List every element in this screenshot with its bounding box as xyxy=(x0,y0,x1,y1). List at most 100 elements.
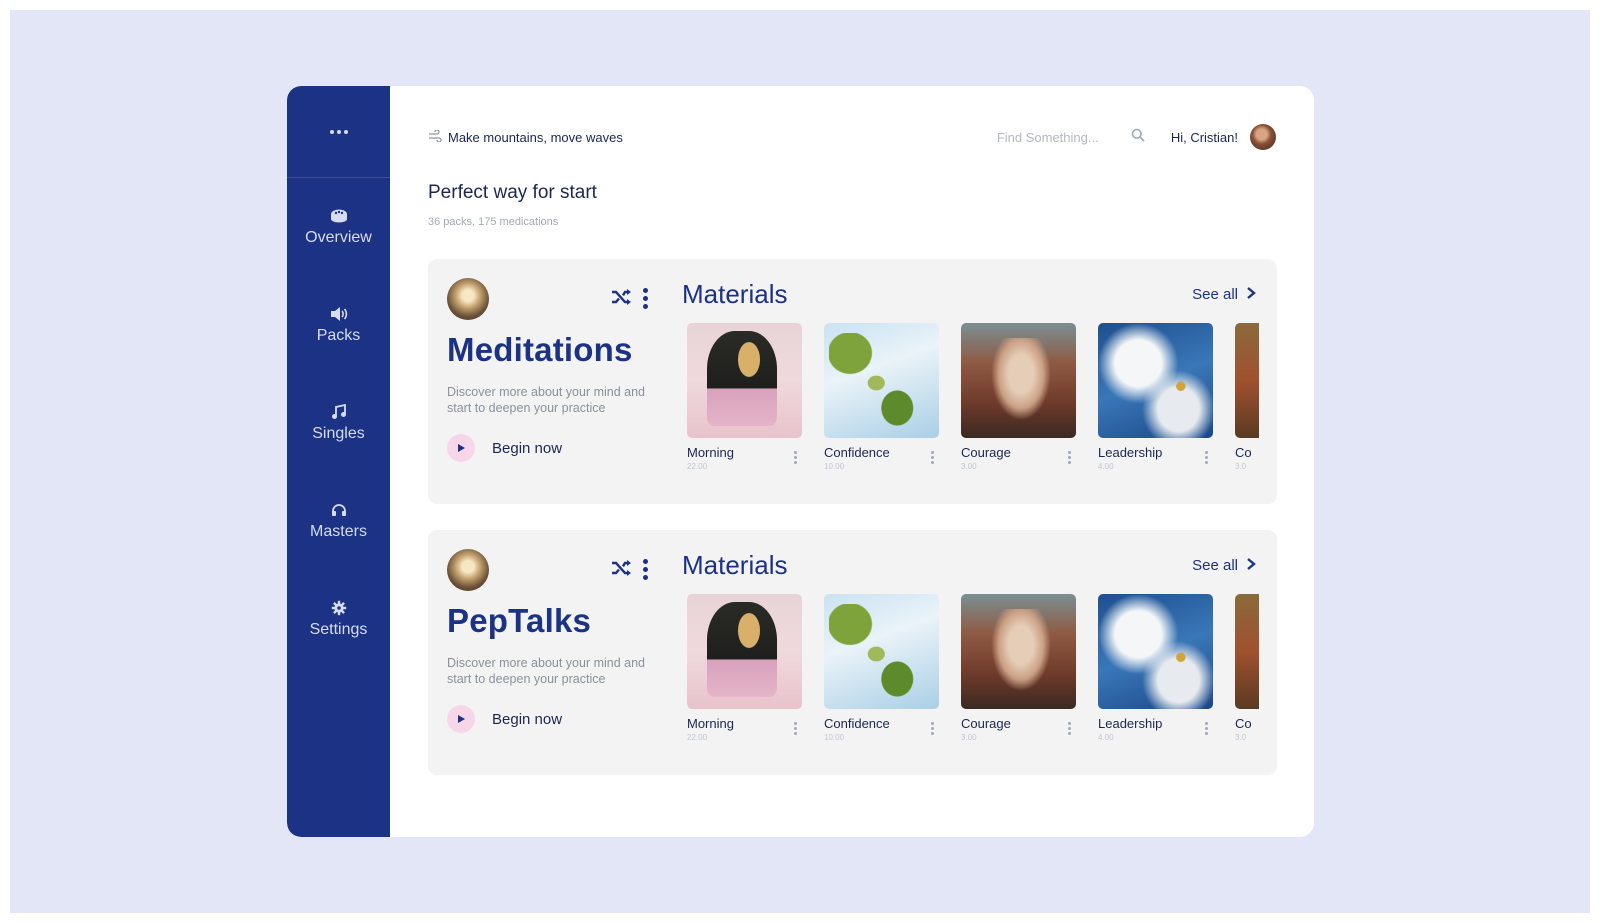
chevron-right-icon xyxy=(1246,286,1256,303)
begin-now-button[interactable]: Begin now xyxy=(447,434,562,462)
card-image[interactable] xyxy=(1098,594,1213,709)
wind-icon xyxy=(428,128,442,145)
card-title: Leadership xyxy=(1098,445,1163,460)
card-duration: 3.0 xyxy=(1235,462,1247,471)
card-title: Morning xyxy=(687,445,734,460)
section-thumbnail xyxy=(447,549,489,591)
card-duration: 4.00 xyxy=(1098,462,1114,471)
sidebar: Overview Packs Singles Masters Settings xyxy=(287,86,390,837)
card-menu-icon[interactable] xyxy=(794,722,797,735)
page-subtitle: 36 packs, 175 medications xyxy=(428,216,559,228)
card-duration: 10.00 xyxy=(824,462,845,471)
card-title: Confidence xyxy=(824,445,890,460)
more-horizontal-icon[interactable] xyxy=(329,129,348,134)
section-menu-icon[interactable] xyxy=(643,288,648,309)
card-title: Co xyxy=(1235,716,1252,731)
sidebar-item-overview[interactable]: Overview xyxy=(287,178,390,276)
card-menu-icon[interactable] xyxy=(931,451,934,464)
card-title: Courage xyxy=(961,716,1011,731)
materials-carousel[interactable]: Morning 22.00 Confidence 10.00 Courage 3… xyxy=(687,323,1259,488)
sidebar-item-label: Masters xyxy=(310,523,367,540)
sidebar-item-packs[interactable]: Packs xyxy=(287,276,390,374)
card-menu-icon[interactable] xyxy=(1205,451,1208,464)
user-greeting: Hi, Cristian! xyxy=(1170,129,1238,145)
music-note-icon xyxy=(330,403,348,421)
material-card[interactable]: Leadership 4.00 xyxy=(1098,594,1213,759)
card-menu-icon[interactable] xyxy=(1068,722,1071,735)
material-card[interactable]: Co 3.0 xyxy=(1235,594,1259,759)
sidebar-menu-button[interactable] xyxy=(287,86,390,178)
material-card[interactable]: Confidence 10.00 xyxy=(824,323,939,488)
page-title: Perfect way for start xyxy=(428,182,597,203)
play-icon[interactable] xyxy=(447,705,475,733)
avatar[interactable] xyxy=(1250,124,1276,150)
sidebar-item-label: Settings xyxy=(309,621,368,638)
shuffle-icon[interactable] xyxy=(611,288,633,310)
card-menu-icon[interactable] xyxy=(1068,451,1071,464)
sidebar-item-label: Singles xyxy=(312,425,365,442)
card-title: Courage xyxy=(961,445,1011,460)
card-duration: 3.00 xyxy=(961,733,977,742)
sidebar-item-settings[interactable]: Settings xyxy=(287,570,390,668)
section-thumbnail xyxy=(447,278,489,320)
material-card[interactable]: Confidence 10.00 xyxy=(824,594,939,759)
search-box xyxy=(996,128,1145,147)
card-title: Leadership xyxy=(1098,716,1163,731)
card-title: Confidence xyxy=(824,716,890,731)
begin-now-label: Begin now xyxy=(492,439,563,457)
sidebar-item-singles[interactable]: Singles xyxy=(287,374,390,472)
materials-title: Materials xyxy=(682,550,788,580)
material-card[interactable]: Courage 3.00 xyxy=(961,594,1076,759)
materials-title: Materials xyxy=(682,279,788,309)
sidebar-item-label: Packs xyxy=(316,327,361,344)
card-image[interactable] xyxy=(687,594,802,709)
see-all-label: See all xyxy=(1192,286,1238,303)
card-duration: 4.00 xyxy=(1098,733,1114,742)
card-image[interactable] xyxy=(824,323,939,438)
card-title: Morning xyxy=(687,716,734,731)
card-image[interactable] xyxy=(961,323,1076,438)
speaker-icon xyxy=(330,305,348,323)
shuffle-icon[interactable] xyxy=(611,559,633,581)
main-content: Make mountains, move waves Hi, Cristian!… xyxy=(390,86,1314,837)
sidebar-item-masters[interactable]: Masters xyxy=(287,472,390,570)
card-image[interactable] xyxy=(1098,323,1213,438)
see-all-label: See all xyxy=(1192,557,1238,574)
card-menu-icon[interactable] xyxy=(1205,722,1208,735)
search-input[interactable] xyxy=(996,129,1117,145)
card-image[interactable] xyxy=(1235,323,1259,438)
card-image[interactable] xyxy=(961,594,1076,709)
begin-now-button[interactable]: Begin now xyxy=(447,705,562,733)
material-card[interactable]: Leadership 4.00 xyxy=(1098,323,1213,488)
sidebar-item-label: Overview xyxy=(305,229,372,246)
material-card[interactable]: Morning 22.00 xyxy=(687,323,802,488)
search-icon[interactable] xyxy=(1131,128,1145,147)
material-card[interactable]: Morning 22.00 xyxy=(687,594,802,759)
material-card[interactable]: Courage 3.00 xyxy=(961,323,1076,488)
section-title: Meditations xyxy=(447,331,633,368)
card-duration: 22.00 xyxy=(687,462,708,471)
card-title: Co xyxy=(1235,445,1252,460)
gear-icon xyxy=(330,599,348,617)
materials-carousel[interactable]: Morning 22.00 Confidence 10.00 Courage 3… xyxy=(687,594,1259,759)
section-description: Discover more about your mind and start … xyxy=(447,656,646,686)
card-image[interactable] xyxy=(824,594,939,709)
card-image[interactable] xyxy=(687,323,802,438)
card-menu-icon[interactable] xyxy=(931,722,934,735)
see-all-link[interactable]: See all xyxy=(1192,286,1256,303)
material-card[interactable]: Co 3.0 xyxy=(1235,323,1259,488)
see-all-link[interactable]: See all xyxy=(1192,557,1256,574)
card-menu-icon[interactable] xyxy=(794,451,797,464)
section-menu-icon[interactable] xyxy=(643,559,648,580)
section-description: Discover more about your mind and start … xyxy=(447,385,646,415)
section-peptalks: PepTalks Discover more about your mind a… xyxy=(428,530,1277,775)
section-title: PepTalks xyxy=(447,602,592,639)
motto: Make mountains, move waves xyxy=(428,128,623,145)
card-image[interactable] xyxy=(1235,594,1259,709)
motto-text: Make mountains, move waves xyxy=(448,129,623,145)
top-bar: Make mountains, move waves Hi, Cristian! xyxy=(428,124,1276,150)
play-icon[interactable] xyxy=(447,434,475,462)
card-duration: 22.00 xyxy=(687,733,708,742)
card-duration: 10.00 xyxy=(824,733,845,742)
app-window: Overview Packs Singles Masters Settings … xyxy=(287,86,1314,837)
